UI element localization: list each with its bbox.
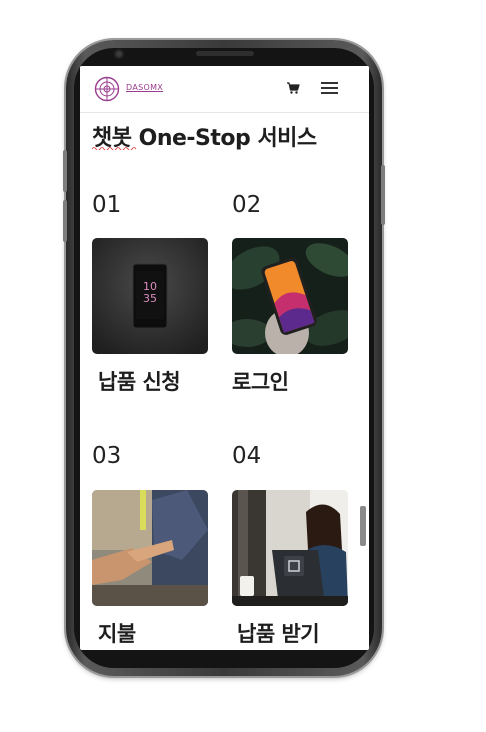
cart-icon[interactable] bbox=[286, 81, 300, 95]
front-camera bbox=[114, 49, 124, 59]
service-image[interactable] bbox=[92, 490, 208, 606]
service-image[interactable] bbox=[232, 490, 348, 606]
woman-terminal-photo-icon bbox=[232, 490, 348, 606]
service-label[interactable]: 납품 신청 bbox=[98, 366, 181, 396]
service-image[interactable]: 10 35 bbox=[92, 238, 208, 354]
brand-name[interactable]: DASOMX bbox=[126, 83, 163, 92]
hand-phone-photo-icon bbox=[232, 238, 348, 354]
service-number: 02 bbox=[232, 192, 262, 218]
hands-photo-icon bbox=[92, 490, 208, 606]
service-number: 03 bbox=[92, 443, 122, 469]
phone-screen: DASOMX 챗봇 One-Stop 서비스 01 10 35 납품 신청 02… bbox=[80, 66, 369, 650]
volume-button bbox=[63, 200, 67, 242]
hamburger-menu-icon[interactable] bbox=[321, 81, 338, 95]
phone-photo-icon: 10 35 bbox=[92, 238, 208, 354]
service-number: 01 bbox=[92, 192, 122, 218]
service-label[interactable]: 납품 받기 bbox=[237, 618, 320, 648]
volume-button bbox=[63, 150, 67, 192]
site-header: DASOMX bbox=[80, 66, 369, 113]
power-button bbox=[381, 165, 385, 225]
service-label[interactable]: 로그인 bbox=[232, 366, 289, 396]
svg-text:35: 35 bbox=[143, 292, 157, 305]
scrollbar-thumb[interactable] bbox=[360, 506, 366, 546]
service-number: 04 bbox=[232, 443, 262, 469]
brand-logo-icon[interactable] bbox=[94, 76, 120, 102]
service-image[interactable] bbox=[232, 238, 348, 354]
speaker-grille bbox=[196, 51, 254, 56]
service-label[interactable]: 지불 bbox=[98, 618, 136, 648]
spellcheck-underline bbox=[92, 147, 137, 150]
